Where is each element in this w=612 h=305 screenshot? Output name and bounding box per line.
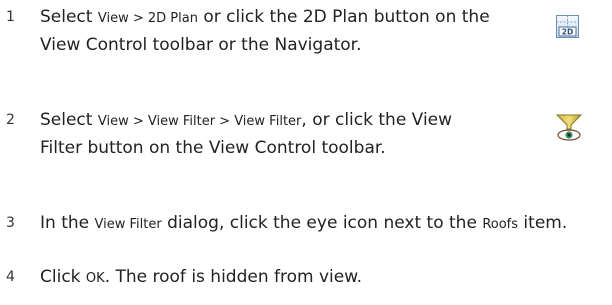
text-run: Select: [40, 110, 98, 130]
step-text: In the View Filter dialog, click the eye…: [40, 210, 610, 238]
item-name: Roofs: [482, 217, 519, 232]
menu-path: View > View Filter > View Filter: [97, 114, 302, 129]
view-filter-icon: [555, 112, 583, 146]
step-text: Select View > 2D Plan or click the 2D Pl…: [40, 4, 510, 58]
text-run: In the: [40, 213, 95, 233]
step-number: 2: [6, 112, 15, 128]
2d-plan-icon: 2D: [555, 14, 581, 44]
menu-path: View > 2D Plan: [97, 11, 198, 26]
step-text: Select View > View Filter > View Filter,…: [40, 107, 490, 161]
step-number: 3: [6, 215, 15, 231]
text-run: item.: [518, 213, 568, 233]
text-run: . The roof is hidden from view.: [104, 267, 362, 287]
svg-text:2D: 2D: [562, 28, 573, 37]
button-name: OK: [85, 271, 105, 286]
text-run: dialog, click the eye icon next to the: [161, 213, 483, 233]
text-run: Click: [40, 267, 86, 287]
step-text: Click OK. The roof is hidden from view.: [40, 264, 600, 292]
dialog-name: View Filter: [94, 217, 162, 232]
step-number: 1: [6, 9, 15, 25]
text-run: Select: [40, 7, 98, 27]
step-number: 4: [6, 269, 15, 285]
